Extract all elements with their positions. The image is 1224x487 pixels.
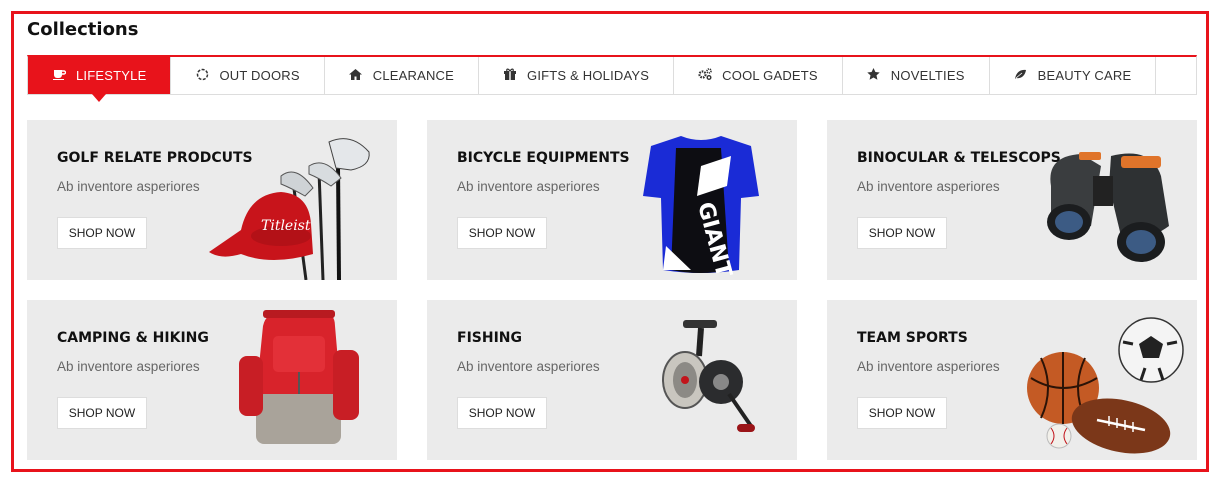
section-title: Collections bbox=[27, 19, 139, 40]
tab-label: LIFESTYLE bbox=[76, 68, 147, 83]
tab-label: COOL GADETS bbox=[722, 68, 818, 83]
gears-icon bbox=[698, 68, 712, 83]
collection-card-fishing: FISHING Ab inventore asperiores SHOP NOW bbox=[427, 300, 797, 460]
binoculars-image bbox=[1047, 152, 1169, 262]
coffee-cup-icon bbox=[52, 69, 66, 83]
leaf-icon bbox=[1014, 69, 1028, 83]
gift-icon bbox=[503, 68, 517, 83]
card-subtitle: Ab inventore asperiores bbox=[457, 179, 600, 194]
cycling-jersey-image: GIANT bbox=[643, 136, 759, 280]
shop-now-button[interactable]: SHOP NOW bbox=[857, 397, 947, 429]
tab-clearance[interactable]: CLEARANCE bbox=[325, 57, 480, 94]
tab-label: NOVELTIES bbox=[890, 68, 965, 83]
card-title: FISHING bbox=[457, 330, 522, 346]
category-tabs: LIFESTYLE OUT DOORS CLEARANCE GIFTS & HO… bbox=[27, 55, 1197, 102]
shop-now-button[interactable]: SHOP NOW bbox=[57, 217, 147, 249]
svg-text:Titleist: Titleist bbox=[261, 218, 311, 234]
tab-novelties[interactable]: NOVELTIES bbox=[843, 57, 990, 94]
shop-now-button[interactable]: SHOP NOW bbox=[857, 217, 947, 249]
tab-out-doors[interactable]: OUT DOORS bbox=[171, 57, 325, 94]
collection-card-camping: CAMPING & HIKING Ab inventore asperiores… bbox=[27, 300, 397, 460]
collection-card-bicycle: BICYCLE EQUIPMENTS Ab inventore asperior… bbox=[427, 120, 797, 280]
star-icon bbox=[867, 68, 881, 83]
tab-beauty-care[interactable]: BEAUTY CARE bbox=[990, 57, 1157, 94]
card-subtitle: Ab inventore asperiores bbox=[57, 179, 200, 194]
sports-balls-image bbox=[1027, 317, 1184, 454]
backpack-image bbox=[239, 310, 359, 444]
shop-now-button[interactable]: SHOP NOW bbox=[457, 397, 547, 429]
tab-cool-gadets[interactable]: COOL GADETS bbox=[674, 57, 843, 94]
fishing-reel-image bbox=[662, 320, 755, 432]
tab-label: BEAUTY CARE bbox=[1037, 68, 1132, 83]
shop-now-button[interactable]: SHOP NOW bbox=[457, 217, 547, 249]
tab-label: CLEARANCE bbox=[372, 68, 455, 83]
golf-clubs-and-cap-image: Titleist bbox=[209, 138, 370, 280]
tab-lifestyle[interactable]: LIFESTYLE bbox=[28, 57, 172, 102]
card-subtitle: Ab inventore asperiores bbox=[57, 359, 200, 374]
card-subtitle: Ab inventore asperiores bbox=[457, 359, 600, 374]
collection-card-binoculars: BINOCULAR & TELESCOPS Ab inventore asper… bbox=[827, 120, 1197, 280]
collection-card-team-sports: TEAM SPORTS Ab inventore asperiores SHOP… bbox=[827, 300, 1197, 460]
tab-gifts-holidays[interactable]: GIFTS & HOLIDAYS bbox=[479, 57, 675, 94]
card-title: TEAM SPORTS bbox=[857, 330, 968, 346]
circle-notch-icon bbox=[195, 68, 209, 84]
tab-label: GIFTS & HOLIDAYS bbox=[527, 68, 650, 83]
collection-card-golf: GOLF RELATE PRODCUTS Ab inventore asperi… bbox=[27, 120, 397, 280]
home-icon bbox=[349, 68, 363, 83]
card-subtitle: Ab inventore asperiores bbox=[857, 359, 1000, 374]
card-subtitle: Ab inventore asperiores bbox=[857, 179, 1000, 194]
tab-label: OUT DOORS bbox=[219, 68, 300, 83]
card-title: CAMPING & HIKING bbox=[57, 330, 209, 346]
shop-now-button[interactable]: SHOP NOW bbox=[57, 397, 147, 429]
